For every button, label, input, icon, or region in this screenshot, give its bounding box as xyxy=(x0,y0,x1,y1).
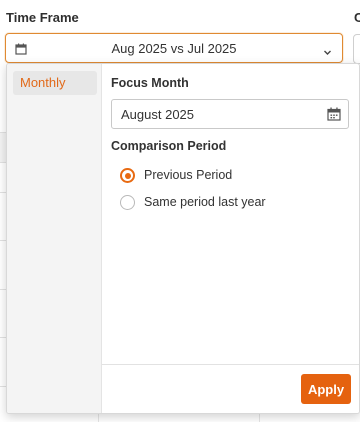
popover-footer: Apply xyxy=(102,364,359,413)
popover-content: Focus Month August 2025 Comparison Perio… xyxy=(102,64,359,413)
chevron-down-icon[interactable] xyxy=(323,44,332,55)
next-filter-field[interactable] xyxy=(353,34,360,64)
period-type-menu: Monthly xyxy=(7,64,102,413)
radio-label: Same period last year xyxy=(144,195,266,209)
comparison-period-title: Comparison Period xyxy=(111,139,227,153)
next-filter-label: C xyxy=(354,10,360,25)
radio-button[interactable] xyxy=(120,195,135,210)
time-frame-select[interactable]: Aug 2025 vs Jul 2025 xyxy=(5,33,343,63)
apply-button[interactable]: Apply xyxy=(301,374,351,404)
time-frame-value: Aug 2025 vs Jul 2025 xyxy=(111,41,237,56)
radio-label: Previous Period xyxy=(144,168,233,182)
focus-month-value: August 2025 xyxy=(121,107,195,122)
calendar-icon[interactable] xyxy=(327,107,341,121)
period-type-label: Monthly xyxy=(20,75,66,90)
period-type-monthly[interactable]: Monthly xyxy=(13,71,97,95)
focus-month-field[interactable]: August 2025 xyxy=(111,99,349,129)
radio-button[interactable] xyxy=(120,168,135,183)
time-frame-label: Time Frame xyxy=(6,10,79,25)
focus-month-title: Focus Month xyxy=(111,76,189,90)
time-frame-popover: Monthly Focus Month August 2025 Comparis… xyxy=(6,63,360,414)
